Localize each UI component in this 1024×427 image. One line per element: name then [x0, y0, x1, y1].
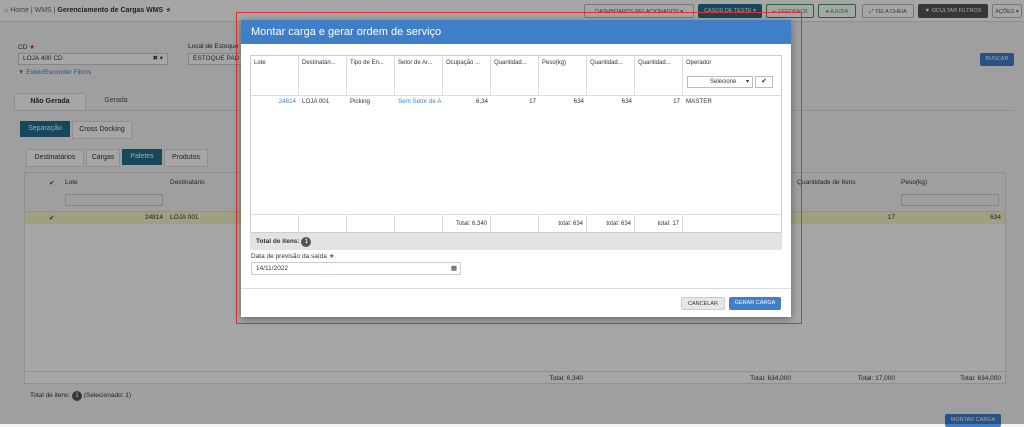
- montar-carga-modal: Montar carga e gerar ordem de serviço Lo…: [241, 20, 791, 317]
- modal-title: Montar carga e gerar ordem de serviço: [241, 20, 791, 44]
- modal-col-destinatario[interactable]: Destinatári...: [299, 56, 347, 95]
- modal-total-bar: Total de itens: 1: [250, 233, 782, 250]
- modal-grid: Lote Destinatári... Tipo de En... Setor …: [250, 55, 782, 233]
- modal-row-destinatario: LOJA 001: [302, 98, 330, 105]
- modal-row-setor[interactable]: Sem Setor de A: [395, 96, 443, 107]
- modal-footer-quantidade-2: total: 634: [587, 215, 635, 233]
- modal-row-quantidade-1: 17: [529, 98, 536, 105]
- modal-col-setor[interactable]: Setor de Ar...: [395, 56, 443, 95]
- modal-row-lote[interactable]: 24814: [251, 96, 299, 107]
- date-label: Data de previsão da saída ★: [251, 253, 335, 260]
- confirm-check-icon[interactable]: ✔: [755, 76, 773, 88]
- modal-col-tipo[interactable]: Tipo de En...: [347, 56, 395, 95]
- modal-row-tipo: Picking: [350, 98, 370, 105]
- modal-footer-peso: total: 634: [539, 215, 587, 233]
- date-input[interactable]: 14/11/2022 ▦: [251, 262, 461, 275]
- modal-col-ocupacao[interactable]: Ocupação ...: [443, 56, 491, 95]
- modal-row-quantidade-3: 17: [673, 98, 680, 105]
- operador-select[interactable]: Selecione ▾: [687, 76, 753, 88]
- footer-cell-empty: [395, 215, 443, 233]
- modal-col-quantidade-3[interactable]: Quantidad...: [635, 56, 683, 95]
- modal-col-quantidade-2[interactable]: Quantidad...: [587, 56, 635, 95]
- gerar-carga-button[interactable]: GERAR CARGA: [729, 297, 781, 310]
- modal-col-quantidade-1[interactable]: Quantidad...: [491, 56, 539, 95]
- footer-cell-empty: [347, 215, 395, 233]
- modal-footer-divider: [241, 288, 791, 289]
- modal-row-quantidade-2: 634: [621, 98, 632, 105]
- modal-total-badge: 1: [301, 237, 312, 247]
- footer-cell-empty: [299, 215, 347, 233]
- modal-col-lote[interactable]: Lote: [251, 56, 299, 95]
- modal-row-ocupacao: 6,34: [475, 98, 488, 105]
- calendar-icon[interactable]: ▦: [451, 263, 457, 274]
- modal-footer-quantidade-3: total: 17: [635, 215, 683, 233]
- modal-row-operador: MASTER: [686, 98, 712, 105]
- footer-cell-empty: [491, 215, 539, 233]
- modal-row-peso: 634: [573, 98, 584, 105]
- footer-cell-empty: [251, 215, 299, 233]
- cancelar-button[interactable]: CANCELAR: [681, 297, 725, 310]
- modal-col-peso[interactable]: Peso(kg): [539, 56, 587, 95]
- modal-footer-ocupacao: Total: 6,340: [443, 215, 491, 233]
